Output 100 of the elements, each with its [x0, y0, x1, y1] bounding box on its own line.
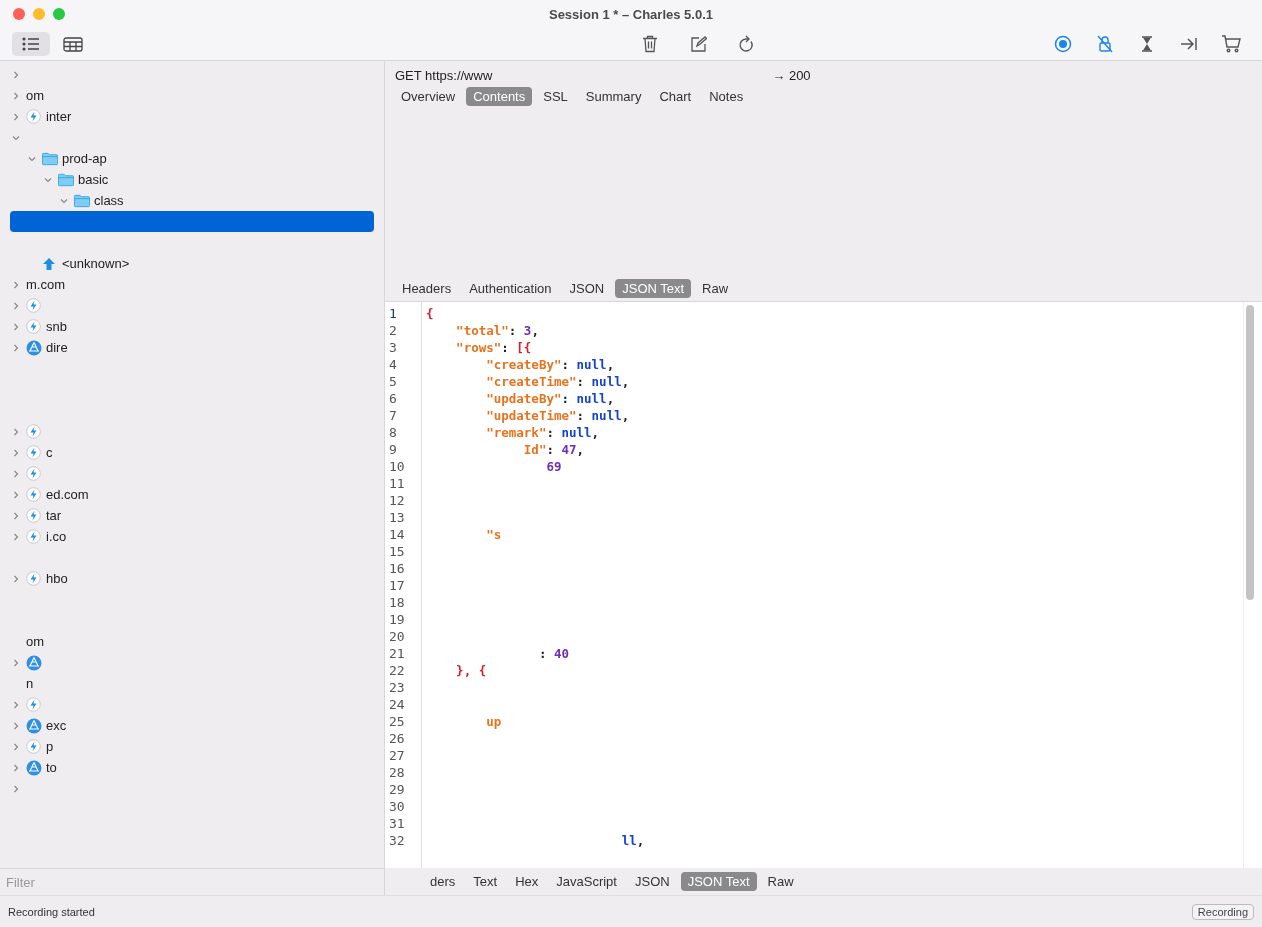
line-number: 8: [388, 425, 398, 442]
lightning-icon: [26, 739, 41, 754]
tree-item[interactable]: basic: [78, 172, 109, 187]
line-number: 5: [388, 374, 398, 391]
tab[interactable]: Headers: [395, 279, 459, 298]
chevron-down-icon[interactable]: [28, 154, 36, 163]
tree-item[interactable]: inter: [46, 109, 72, 124]
tree-item[interactable]: exc: [46, 718, 67, 733]
chevron-right-icon[interactable]: [12, 574, 20, 583]
chevron-right-icon[interactable]: [12, 70, 20, 79]
line-number: 18: [388, 595, 406, 612]
chevron-right-icon[interactable]: [12, 322, 20, 331]
zoom-button[interactable]: [53, 8, 65, 20]
chevron-down-icon[interactable]: [44, 175, 52, 184]
line-number: 7: [388, 408, 398, 425]
code-line: "total": 3,: [455, 323, 539, 340]
tab[interactable]: Overview: [394, 87, 463, 106]
line-number: 29: [388, 782, 406, 799]
line-number: 3: [388, 340, 398, 357]
globe-icon: [26, 339, 42, 356]
chevron-right-icon[interactable]: [12, 511, 20, 520]
tree-item[interactable]: to: [46, 760, 57, 775]
scrollbar-thumb[interactable]: [1246, 305, 1254, 600]
tab[interactable]: Raw: [695, 279, 736, 298]
tree-item[interactable]: p: [46, 739, 54, 754]
chevron-right-icon[interactable]: [12, 700, 20, 709]
chevron-down-icon[interactable]: [12, 133, 20, 142]
line-number: 24: [388, 697, 406, 714]
tab[interactable]: Summary: [578, 87, 649, 106]
line-number: 25: [388, 714, 406, 731]
tab[interactable]: SSL: [536, 87, 575, 106]
tree-item[interactable]: om: [26, 634, 45, 649]
chevron-right-icon[interactable]: [12, 343, 20, 352]
code-line: : 40: [537, 646, 569, 663]
tree-item[interactable]: hbo: [46, 571, 68, 586]
tab[interactable]: Chart: [652, 87, 699, 106]
line-number: 19: [388, 612, 406, 629]
tab[interactable]: JSON: [627, 872, 677, 891]
code-line: "createBy": null,: [485, 357, 615, 374]
chevron-right-icon[interactable]: [12, 658, 20, 667]
status-code: → 200: [772, 68, 811, 83]
line-number: 14: [388, 527, 406, 544]
chevron-right-icon[interactable]: [12, 721, 20, 730]
request-url: GET https://www: [395, 68, 493, 83]
code-line: "updateBy": null,: [485, 391, 615, 408]
line-number: 27: [388, 748, 406, 765]
tab[interactable]: Text: [466, 872, 505, 891]
chevron-right-icon[interactable]: [12, 742, 20, 751]
code-line: "s: [485, 527, 502, 544]
tab[interactable]: JSON: [562, 279, 612, 298]
tree-item[interactable]: om: [26, 88, 45, 103]
tree-item[interactable]: <unknown>: [62, 256, 130, 271]
recording-button[interactable]: Recording: [1191, 903, 1254, 920]
folder-icon: [58, 172, 74, 187]
chevron-right-icon[interactable]: [12, 763, 20, 772]
filter-field[interactable]: Filter: [0, 874, 382, 890]
chevron-down-icon[interactable]: [60, 196, 68, 205]
tree-item[interactable]: dire: [46, 340, 68, 355]
lightning-icon: [26, 697, 41, 712]
chevron-right-icon[interactable]: [12, 427, 20, 436]
close-button[interactable]: [13, 8, 25, 20]
tree-item[interactable]: c: [46, 445, 53, 460]
tree-item[interactable]: i.co: [46, 529, 67, 544]
chevron-right-icon[interactable]: [12, 112, 20, 121]
line-number: 26: [388, 731, 406, 748]
list-view-icon[interactable]: [12, 32, 50, 56]
minimize-button[interactable]: [33, 8, 45, 20]
code-line: "updateTime": null,: [485, 408, 630, 425]
tab[interactable]: Authentication: [462, 279, 559, 298]
chevron-right-icon[interactable]: [12, 784, 20, 793]
chevron-right-icon[interactable]: [12, 532, 20, 541]
line-number: 9: [388, 442, 398, 459]
tab[interactable]: Hex: [508, 872, 546, 891]
chevron-right-icon[interactable]: [12, 280, 20, 289]
tree-item[interactable]: snb: [46, 319, 67, 334]
tab[interactable]: Raw: [760, 872, 801, 891]
lightning-icon: [26, 487, 41, 502]
tab[interactable]: ders: [423, 872, 463, 891]
chevron-right-icon[interactable]: [12, 469, 20, 478]
tab[interactable]: Notes: [702, 87, 751, 106]
tree-item[interactable]: ed.com: [46, 487, 89, 502]
tree-item[interactable]: tar: [46, 508, 62, 523]
line-number: 10: [388, 459, 406, 476]
tree-item[interactable]: class: [94, 193, 124, 208]
chevron-right-icon[interactable]: [12, 301, 20, 310]
tree-item[interactable]: prod-ap: [62, 151, 107, 166]
chevron-right-icon[interactable]: [12, 448, 20, 457]
code-line: "remark": null,: [485, 425, 600, 442]
tree-item[interactable]: m.com: [26, 277, 65, 292]
tab[interactable]: JavaScript: [549, 872, 624, 891]
code-line: 69: [545, 459, 562, 476]
globe-icon: [26, 759, 42, 776]
chevron-right-icon[interactable]: [12, 490, 20, 499]
tree-item[interactable]: n: [26, 676, 34, 691]
line-number: 15: [388, 544, 406, 561]
code-line: "rows": [{: [455, 340, 532, 357]
folder-icon: [74, 193, 90, 208]
chevron-right-icon[interactable]: [12, 91, 20, 100]
line-number: 20: [388, 629, 406, 646]
code-line: Id": 47,: [522, 442, 585, 459]
